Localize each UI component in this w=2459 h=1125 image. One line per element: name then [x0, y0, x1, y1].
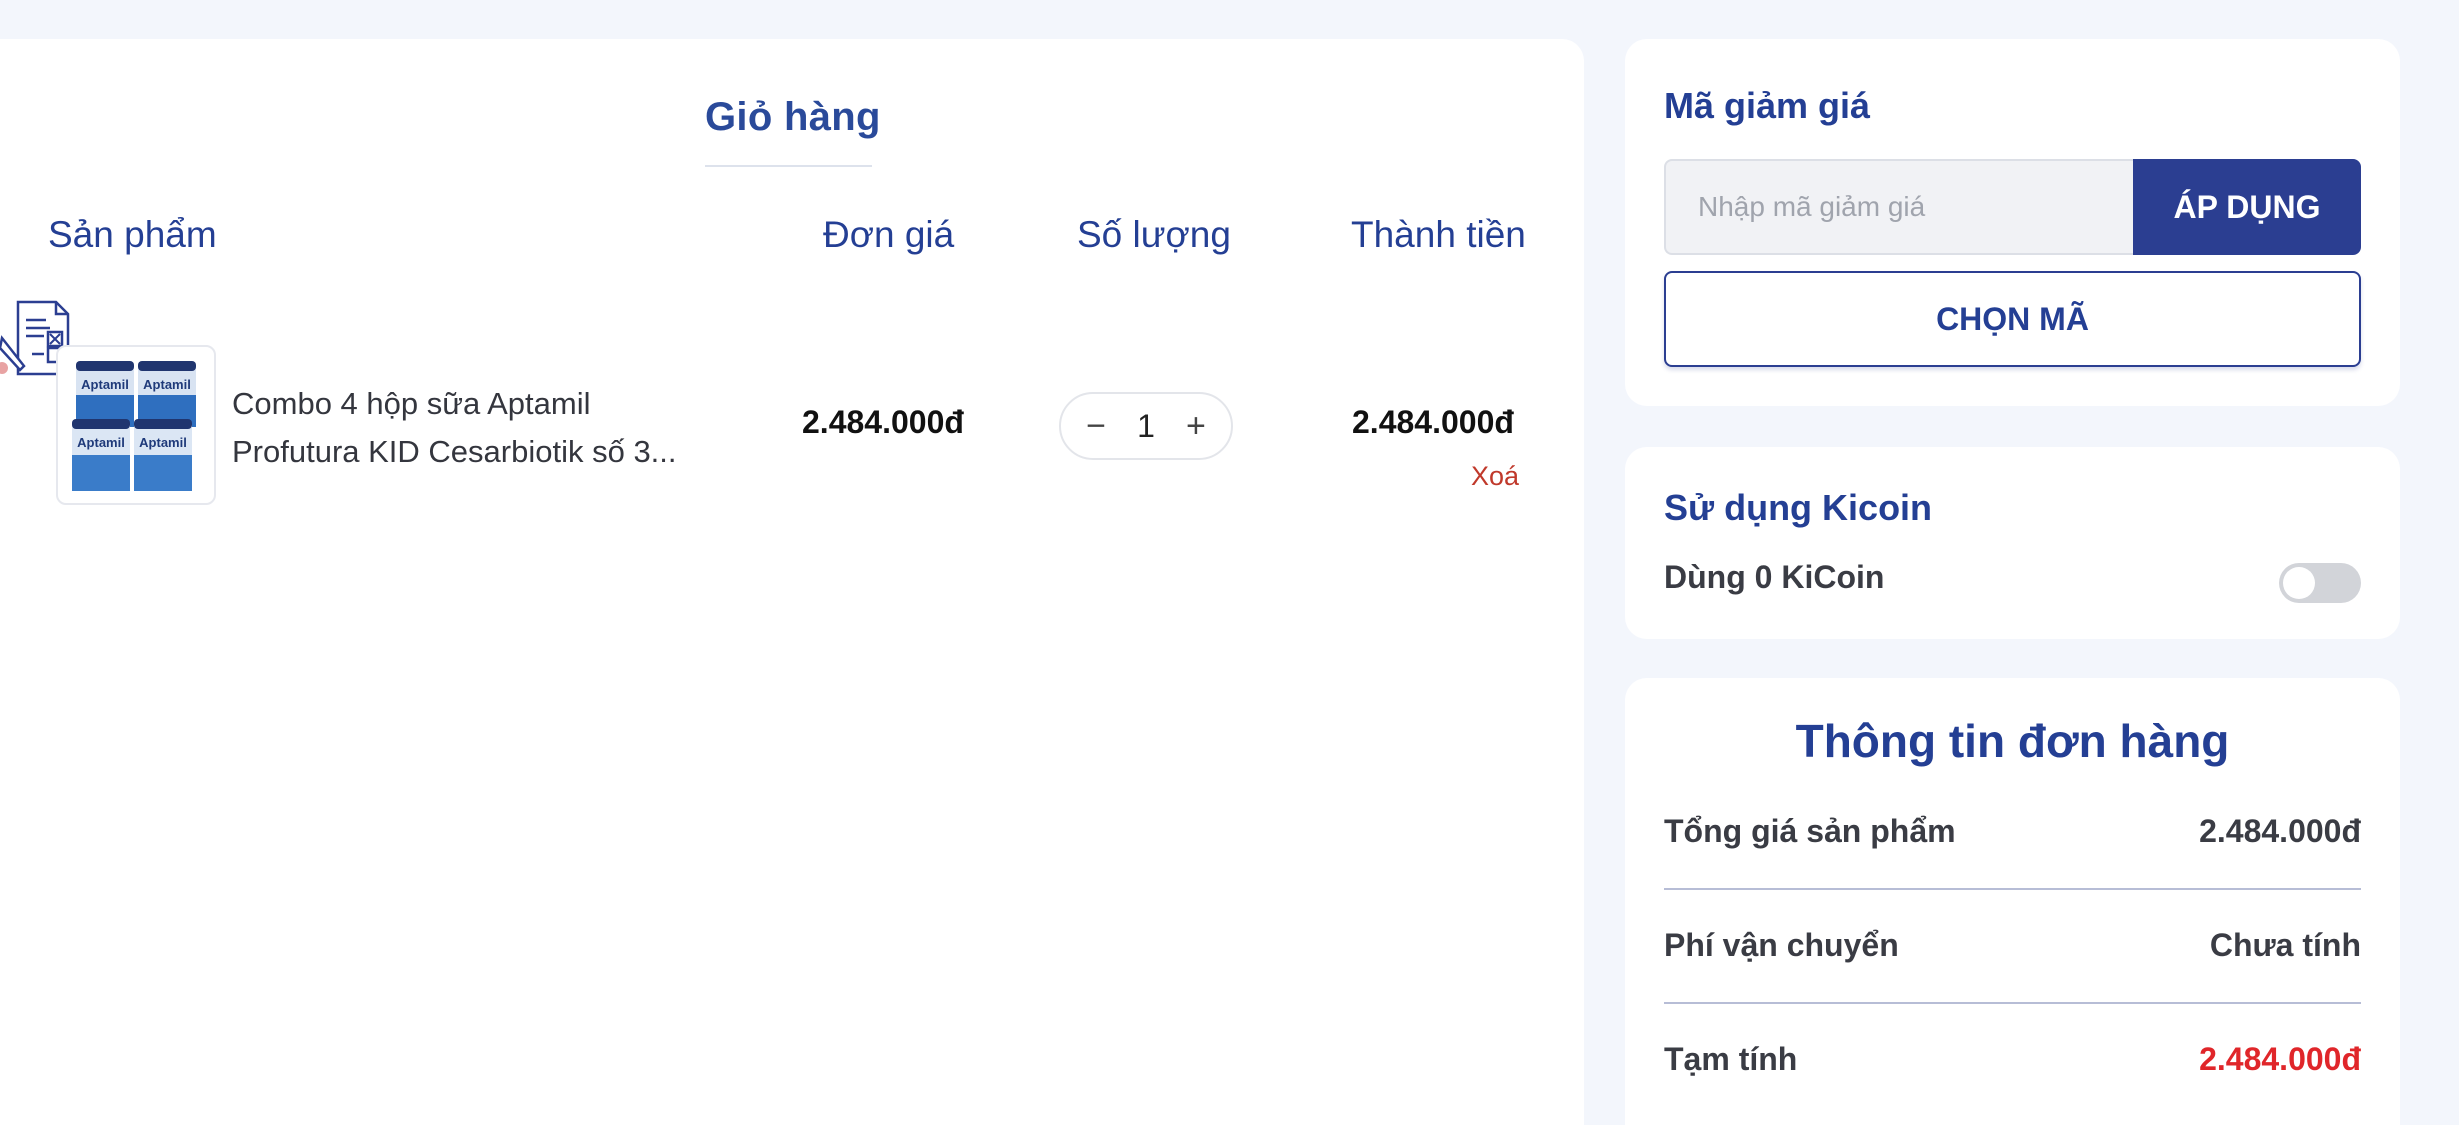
- order-summary-card: Thông tin đơn hàng Tổng giá sản phẩm 2.4…: [1625, 678, 2400, 1125]
- order-row-value: 2.484.000đ: [2199, 812, 2361, 849]
- order-divider: [1664, 1002, 2361, 1004]
- line-total: 2.484.000đ: [1352, 404, 1514, 440]
- discount-code-row: ÁP DỤNG: [1664, 159, 2361, 255]
- discount-code-input[interactable]: [1664, 159, 2133, 255]
- toggle-knob: [2283, 567, 2315, 599]
- choose-code-button[interactable]: CHỌN MÃ: [1664, 271, 2361, 367]
- thumb-brand-text: Aptamil: [77, 435, 125, 450]
- kicoin-toggle[interactable]: [2279, 563, 2361, 603]
- cart-panel: [0, 39, 1584, 1125]
- product-name-line-1: Combo 4 hộp sữa Aptamil: [232, 386, 591, 421]
- product-name-line-2: Profutura KID Cesarbiotik số 3...: [232, 434, 677, 469]
- column-header-total: Thành tiền: [1351, 214, 1526, 255]
- cart-title: Giỏ hàng: [705, 95, 881, 139]
- order-row-subtotal: Tạm tính 2.484.000đ: [1664, 1029, 2361, 1089]
- delete-item-link[interactable]: Xoá: [1471, 461, 1519, 492]
- order-row-products-total: Tổng giá sản phẩm 2.484.000đ: [1664, 801, 2361, 861]
- column-header-product: Sản phẩm: [48, 214, 217, 255]
- unit-price: 2.484.000đ: [802, 404, 964, 440]
- discount-card: Mã giảm giá ÁP DỤNG CHỌN MÃ: [1625, 39, 2400, 406]
- product-name[interactable]: Combo 4 hộp sữa Aptamil Profutura KID Ce…: [232, 380, 702, 476]
- decrease-quantity-button[interactable]: −: [1081, 409, 1111, 443]
- quantity-value[interactable]: 1: [1137, 408, 1155, 445]
- subtotal-value: 2.484.000đ: [2199, 1040, 2361, 1077]
- kicoin-card: Sử dụng Kicoin Dùng 0 KiCoin: [1625, 447, 2400, 639]
- thumb-brand-text: Aptamil: [139, 435, 187, 450]
- quantity-stepper: − 1 +: [1059, 392, 1233, 460]
- order-row-value: Chưa tính: [2209, 926, 2361, 963]
- column-header-quantity: Số lượng: [1077, 214, 1231, 255]
- kicoin-usage-text: Dùng 0 KiCoin: [1664, 559, 1885, 595]
- order-row-label: Phí vận chuyển: [1664, 926, 1899, 963]
- order-row-label: Tổng giá sản phẩm: [1664, 812, 1956, 849]
- apply-discount-button[interactable]: ÁP DỤNG: [2133, 159, 2361, 255]
- discount-heading: Mã giảm giá: [1664, 85, 1871, 126]
- product-image[interactable]: Aptamil Aptamil Aptamil Aptamil: [56, 345, 216, 505]
- order-summary-title: Thông tin đơn hàng: [1795, 715, 2230, 767]
- column-header-unit-price: Đơn giá: [823, 214, 955, 255]
- order-row-label: Tạm tính: [1664, 1040, 1798, 1077]
- order-divider: [1664, 888, 2361, 890]
- kicoin-heading: Sử dụng Kicoin: [1664, 487, 1933, 528]
- cart-title-underline: [705, 165, 872, 167]
- increase-quantity-button[interactable]: +: [1181, 409, 1211, 443]
- order-row-shipping: Phí vận chuyển Chưa tính: [1664, 915, 2361, 975]
- thumb-brand-text: Aptamil: [81, 377, 129, 392]
- thumb-brand-text: Aptamil: [143, 377, 191, 392]
